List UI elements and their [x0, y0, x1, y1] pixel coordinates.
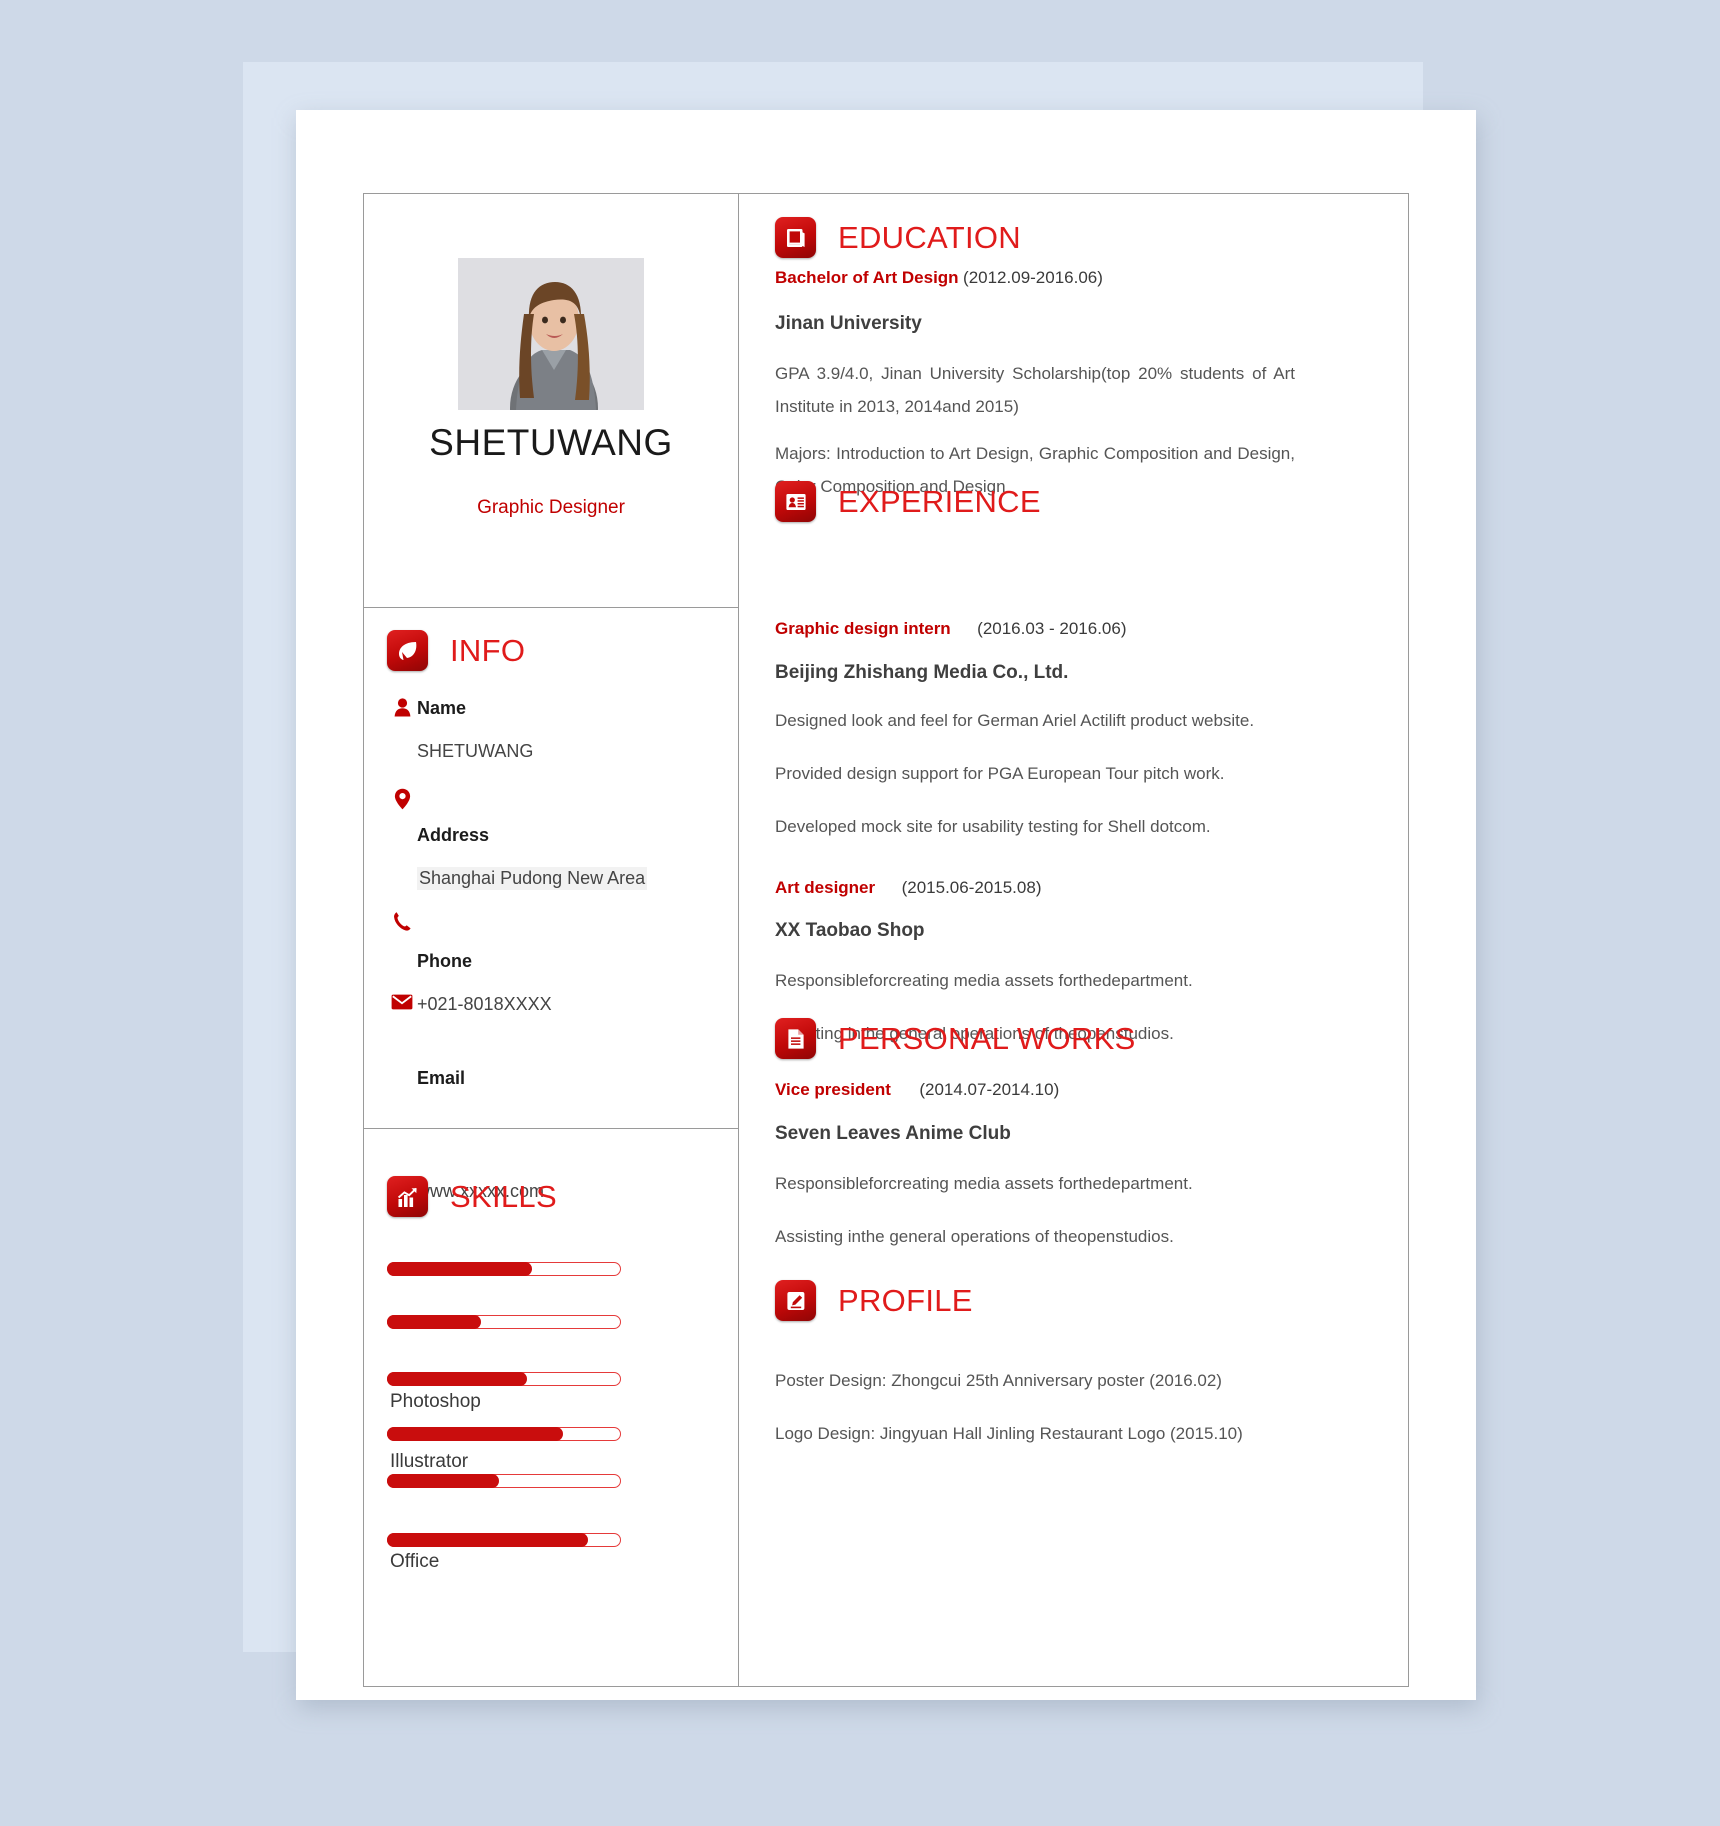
id-card-icon [775, 481, 816, 522]
profile-section-heading: PROFILE [775, 1280, 973, 1321]
experience-org: Beijing Zhishang Media Co., Ltd. [775, 662, 1069, 683]
personal-works-date: (2014.07-2014.10) [919, 1080, 1060, 1099]
experience-job-date: (2016.03 - 2016.06) [977, 619, 1127, 638]
book-icon [775, 217, 816, 258]
skills-section-heading: SKILLS [387, 1176, 557, 1217]
document-icon [775, 1018, 816, 1059]
phone-icon [387, 911, 417, 932]
experience-job-title: Art designer [775, 878, 876, 897]
location-pin-icon [387, 788, 417, 810]
job-role-subtitle: Graphic Designer [477, 497, 625, 518]
resume-left-column: SHETUWANG Graphic Designer INFO Name SHE… [364, 194, 739, 1686]
skill-bar-fill [387, 1315, 481, 1329]
experience-title-line: Art designer (2015.06-2015.08) [775, 878, 1310, 898]
personal-works-bullet: Responsibleforcreating media assets fort… [775, 1174, 1193, 1193]
profile-photo [458, 258, 644, 410]
info-value-name: SHETUWANG [417, 741, 534, 761]
personal-works-section-title: PERSONAL WORKS [838, 1020, 1136, 1056]
personal-works-section-heading: PERSONAL WORKS [775, 1018, 1136, 1059]
experience-entry: Graphic design intern (2016.03 - 2016.06… [775, 619, 1310, 843]
info-label-name: Name [417, 698, 467, 718]
skills-block: www.xxxxx.com SKILLS Photoshop Illustrat… [364, 1129, 738, 1685]
info-value-address: Shanghai Pudong New Area [417, 867, 648, 890]
personal-works-org: Seven Leaves Anime Club [775, 1123, 1011, 1144]
skill-bar-track [387, 1533, 621, 1547]
skills-section-title: SKILLS [450, 1178, 557, 1214]
leaf-icon [387, 630, 428, 671]
personal-works-bullet: Assisting inthe general operations of th… [775, 1227, 1174, 1247]
education-section-title: EDUCATION [838, 219, 1021, 255]
info-row-email-label: Email [417, 1068, 465, 1089]
experience-org: XX Taobao Shop [775, 920, 925, 941]
education-entry: Bachelor of Art Design (2012.09-2016.06)… [775, 268, 1310, 504]
personal-works-title-line: Vice president (2014.07-2014.10) [775, 1080, 1310, 1100]
info-block: INFO Name SHETUWANG Address Shanghai Pud… [364, 608, 738, 1129]
info-row-address-label: Address [417, 825, 489, 846]
page-title: SHETUWANG [429, 422, 673, 463]
info-row-phone-label: Phone [417, 951, 472, 972]
profile-section-title: PROFILE [838, 1282, 973, 1318]
experience-job-title: Graphic design intern [775, 619, 951, 638]
skill-bar-track [387, 1262, 621, 1276]
person-icon [387, 698, 417, 717]
skill-bar-track [387, 1315, 621, 1329]
skill-bar-track [387, 1372, 621, 1386]
envelope-icon [387, 994, 417, 1010]
info-row-address-icon [387, 788, 417, 810]
experience-bullet: Responsibleforcreating media assets fort… [775, 971, 1193, 990]
skill-bar-track [387, 1474, 621, 1488]
experience-bullet: Developed mock site for usability testin… [775, 817, 1211, 837]
experience-title-line: Graphic design intern (2016.03 - 2016.06… [775, 619, 1310, 639]
experience-bullet: Designed look and feel for German Ariel … [775, 711, 1255, 730]
skill-bar-fill [387, 1262, 533, 1276]
skill-bar-fill [387, 1427, 563, 1441]
profile-line: Logo Design: Jingyuan Hall Jinling Resta… [775, 1424, 1243, 1444]
education-degree: Bachelor of Art Design [775, 268, 959, 287]
info-label-address: Address [417, 825, 490, 845]
skill-bar-fill [387, 1474, 500, 1488]
skill-label: Office [390, 1551, 440, 1572]
info-row-name: Name [387, 698, 466, 719]
experience-bullet: Provided design support for PGA European… [775, 764, 1225, 784]
experience-job-date: (2015.06-2015.08) [901, 878, 1042, 897]
chart-icon [387, 1176, 428, 1217]
profile-line: Poster Design: Zhongcui 25th Anniversary… [775, 1371, 1222, 1390]
skill-label: Photoshop [390, 1391, 481, 1412]
education-degree-line: Bachelor of Art Design (2012.09-2016.06) [775, 268, 1310, 288]
info-value-name-row: SHETUWANG [417, 741, 533, 762]
info-value-phone: +021-8018XXXX [417, 994, 552, 1014]
info-label-phone: Phone [417, 951, 473, 971]
education-school: Jinan University [775, 313, 922, 334]
info-section-title: INFO [450, 632, 526, 668]
personal-works-title: Vice president [775, 1080, 891, 1099]
personal-works-entry: Vice president (2014.07-2014.10) Seven L… [775, 1080, 1310, 1253]
info-row-phone-value: +021-8018XXXX [387, 994, 552, 1015]
info-label-email: Email [417, 1068, 466, 1088]
info-row-phone-icon [387, 911, 417, 932]
screenshot-canvas: SHETUWANG Graphic Designer INFO Name SHE… [0, 0, 1720, 1826]
experience-section-heading: EXPERIENCE [775, 481, 1041, 522]
skill-bar-fill [387, 1533, 589, 1547]
skill-bar-fill [387, 1372, 528, 1386]
profile-content: Poster Design: Zhongcui 25th Anniversary… [775, 1364, 1310, 1450]
resume-right-column: EDUCATION Bachelor of Art Design (2012.0… [739, 194, 1408, 1686]
info-section-heading: INFO [387, 630, 525, 671]
resume-document: SHETUWANG Graphic Designer INFO Name SHE… [363, 193, 1409, 1687]
education-detail: GPA 3.9/4.0, Jinan University Scholarshi… [775, 364, 1295, 417]
photo-block: SHETUWANG Graphic Designer [364, 194, 738, 608]
info-row-address-value: Shanghai Pudong New Area [417, 867, 648, 890]
education-date: (2012.09-2016.06) [963, 268, 1103, 287]
experience-section-title: EXPERIENCE [838, 483, 1041, 519]
skill-bar-track [387, 1427, 621, 1441]
skill-label: Illustrator [390, 1451, 469, 1472]
education-section-heading: EDUCATION [775, 217, 1021, 258]
edit-document-icon [775, 1280, 816, 1321]
